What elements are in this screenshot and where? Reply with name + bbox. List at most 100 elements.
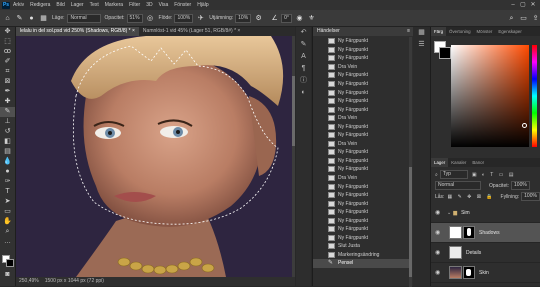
history-item[interactable]: Ny Färgpunkt [313,199,409,208]
lasso-tool-icon[interactable]: ꝏ [0,47,15,57]
tab-patterns[interactable]: Mönster [474,27,496,36]
search-icon[interactable]: ⌕ [507,14,516,23]
tab-paths[interactable]: Banor [469,158,487,167]
marquee-tool-icon[interactable]: ⬚ [0,37,15,47]
history-item[interactable]: Ny Färgpunkt [313,225,409,234]
flow-input[interactable]: 100% [174,13,194,23]
tab-gradient[interactable]: Övertoning [446,27,473,36]
canvas-scrollbar[interactable] [292,36,295,277]
menu-item-fonster[interactable]: Fönster [174,2,191,8]
pressure-size-icon[interactable]: ◉ [295,14,304,23]
menu-item-hjalp[interactable]: Hjälp [197,2,208,8]
layer-filter-select[interactable]: Typ [439,170,468,179]
healing-tool-icon[interactable]: ✚ [0,97,15,107]
history-item[interactable]: Ny Färgpunkt [313,208,409,217]
layer-row-group[interactable]: ◉ ⌄ ▆ Sim [431,203,540,223]
history-item[interactable]: Dra Vein [313,63,409,72]
history-item[interactable]: Ny Färgpunkt [313,54,409,63]
history-item[interactable]: Ny Färgpunkt [313,71,409,80]
pressure-opacity-icon[interactable]: ◎ [146,14,155,23]
adjustments-panel-icon[interactable]: ◐ [296,87,311,99]
symmetry-icon[interactable]: ⚜ [307,14,316,23]
menu-item-markera[interactable]: Markera [105,2,123,8]
quick-select-tool-icon[interactable]: ✐ [0,57,15,67]
visibility-eye-icon[interactable]: ◉ [435,209,443,216]
blur-tool-icon[interactable]: 💧 [0,157,15,167]
history-item[interactable]: Ny Färgpunkt [313,234,409,243]
history-item[interactable]: Ny Färgpunkt [313,131,409,140]
layer-opacity-input[interactable]: 100% [511,181,530,190]
chevron-down-icon[interactable]: ⌄ [447,210,451,216]
visibility-eye-icon[interactable]: ◉ [435,269,443,276]
history-brush-tool-icon[interactable]: ↺ [0,127,15,137]
brush-preset-icon[interactable]: ● [27,14,36,23]
history-item[interactable]: Ny Färgpunkt [313,157,409,166]
layer-mask-thumbnail[interactable] [463,226,475,239]
layer-mask-thumbnail[interactable] [463,266,475,279]
menu-item-3d[interactable]: 3D [146,2,152,8]
zoom-tool-icon[interactable]: ⌕ [0,227,15,237]
menu-item-filter[interactable]: Filter [129,2,140,8]
color-picker-marker[interactable] [522,123,527,128]
eraser-tool-icon[interactable]: ◧ [0,137,15,147]
lock-icons[interactable]: ▦ ✎ ✥ ⊠ 🔒 [447,194,494,200]
history-item[interactable]: Ny Färgpunkt [313,46,409,55]
mode-select[interactable]: Normal [66,13,101,23]
eyedropper-tool-icon[interactable]: ✒ [0,87,15,97]
history-item[interactable]: Ny Färgpunkt [313,97,409,106]
menu-item-text[interactable]: Text [90,2,99,8]
hand-tool-icon[interactable]: ✋ [0,217,15,227]
history-item[interactable]: Dra Vein [313,174,409,183]
character-panel-icon[interactable]: A [296,51,311,63]
pen-tool-icon[interactable]: ✑ [0,177,15,187]
visibility-eye-icon[interactable]: ◉ [435,249,443,256]
history-item[interactable]: Ny Färgpunkt [313,165,409,174]
fill-input[interactable]: 100% [521,192,540,201]
smoothing-settings-icon[interactable]: ⚙ [254,14,263,23]
angle-input[interactable]: 0° [281,13,292,23]
zoom-level[interactable]: 250,49% [19,277,39,286]
history-item[interactable]: Dra Vein [313,140,409,149]
brush-tool-icon[interactable]: ✎ [15,14,24,23]
visibility-eye-icon[interactable]: ◉ [435,229,443,236]
panel-menu-icon[interactable]: ≡ [407,27,410,36]
tab-properties[interactable]: Egenskaper [495,27,524,36]
history-scrollbar[interactable] [409,37,412,287]
history-item[interactable]: Markeringsändring [313,251,409,260]
type-tool-icon[interactable]: T [0,187,15,197]
frame-tool-icon[interactable]: ⊠ [0,77,15,87]
path-select-tool-icon[interactable]: ➤ [0,197,15,207]
workspace-icon[interactable]: ▭ [519,14,528,23]
tab-layers[interactable]: Lager [431,158,449,167]
tab-document-2[interactable]: Namnlöst-1 vid 45% (Lager 51, RGB/8#) * … [139,27,244,36]
document-canvas[interactable] [16,36,292,277]
brush-panel-icon[interactable]: ✎ [296,39,311,51]
smoothing-input[interactable]: 10% [235,13,252,23]
history-item[interactable]: Ny Färgpunkt [313,148,409,157]
menu-item-redigera[interactable]: Redigera [30,2,50,8]
canvas-scrollbar-thumb[interactable] [292,76,295,146]
tab-channels[interactable]: Kanaler [448,158,469,167]
menu-item-arkiv[interactable]: Arkiv [13,2,24,8]
layer-row-skin[interactable]: ◉ Skin [431,263,540,283]
layer-row-details[interactable]: ◉ Details [431,243,540,263]
history-panel-icon[interactable]: ↶ [296,27,311,39]
history-item[interactable]: Ny Färgpunkt [313,216,409,225]
layer-row-shadows[interactable]: ◉ Shadows [431,223,540,243]
crop-tool-icon[interactable]: ⌗ [0,67,15,77]
filter-icons[interactable]: ▣ ◐ T ▭ ▤ [472,172,516,178]
history-item[interactable]: ✎ Pensel [313,259,409,268]
blend-mode-select[interactable]: Normal [435,181,481,190]
airbrush-icon[interactable]: ✈ [196,14,205,23]
menu-item-bild[interactable]: Bild [56,2,64,8]
maximize-button[interactable]: ▢ [518,0,528,10]
history-item[interactable]: Ny Färgpunkt [313,88,409,97]
history-scrollbar-thumb[interactable] [409,167,412,277]
color-picker-field[interactable] [451,45,529,147]
share-icon[interactable]: ⇪ [531,14,540,23]
brush-tool-icon[interactable]: ✎ [0,107,15,117]
info-panel-icon[interactable]: ⓘ [296,75,311,87]
menu-item-lager[interactable]: Lager [71,2,84,8]
history-item[interactable]: Slut Justa [313,242,409,251]
brush-settings-icon[interactable]: ▦ [39,14,48,23]
